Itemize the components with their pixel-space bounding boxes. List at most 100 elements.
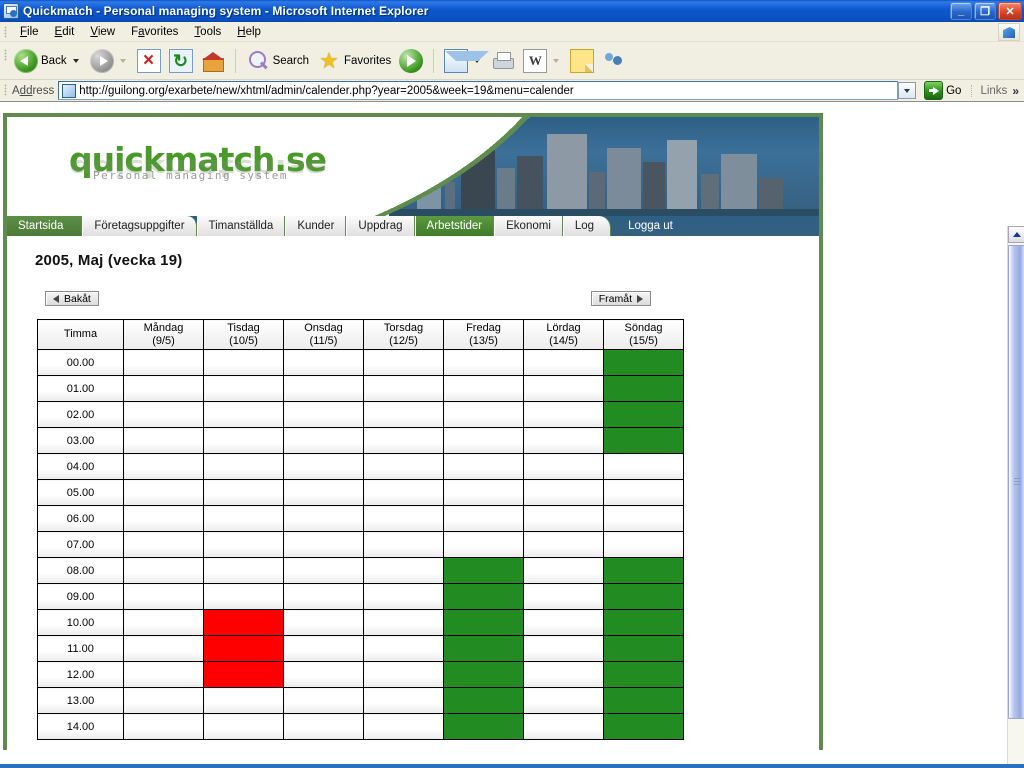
schedule-cell-lordag[interactable]: [523, 375, 604, 402]
schedule-cell-lordag[interactable]: [523, 635, 604, 662]
schedule-cell-lordag[interactable]: [523, 557, 604, 584]
schedule-cell-mandag[interactable]: [123, 557, 204, 584]
schedule-cell-mandag[interactable]: [123, 713, 204, 740]
menu-item-view[interactable]: View: [82, 24, 123, 40]
schedule-cell-sondag[interactable]: [603, 427, 684, 454]
schedule-cell-mandag[interactable]: [123, 661, 204, 688]
scroll-up-button[interactable]: [1008, 226, 1024, 243]
vertical-scrollbar[interactable]: [1007, 226, 1024, 768]
sidebar-item-startsida[interactable]: Startsida: [7, 216, 83, 236]
schedule-cell-onsdag[interactable]: [283, 453, 364, 480]
schedule-cell-sondag[interactable]: [603, 479, 684, 506]
schedule-cell-tisdag[interactable]: [203, 479, 284, 506]
schedule-cell-sondag[interactable]: [603, 453, 684, 480]
schedule-cell-fredag[interactable]: [443, 661, 524, 688]
schedule-cell-tisdag[interactable]: [203, 661, 284, 688]
schedule-cell-fredag[interactable]: [443, 375, 524, 402]
schedule-cell-mandag[interactable]: [123, 427, 204, 454]
schedule-cell-tisdag[interactable]: [203, 453, 284, 480]
schedule-cell-lordag[interactable]: [523, 583, 604, 610]
tab-timanstallda[interactable]: Timanställda: [196, 216, 286, 236]
schedule-cell-sondag[interactable]: [603, 661, 684, 688]
schedule-cell-fredag[interactable]: [443, 531, 524, 558]
schedule-cell-lordag[interactable]: [523, 427, 604, 454]
schedule-cell-tisdag[interactable]: [203, 713, 284, 740]
scrollbar-thumb[interactable]: [1008, 245, 1024, 719]
schedule-cell-tisdag[interactable]: [203, 505, 284, 532]
schedule-cell-sondag[interactable]: [603, 401, 684, 428]
schedule-cell-mandag[interactable]: [123, 583, 204, 610]
schedule-cell-sondag[interactable]: [603, 375, 684, 402]
schedule-cell-fredag[interactable]: [443, 557, 524, 584]
schedule-cell-sondag[interactable]: [603, 583, 684, 610]
schedule-cell-torsdag[interactable]: [363, 635, 444, 662]
go-button[interactable]: Go: [918, 81, 967, 100]
schedule-cell-sondag[interactable]: [603, 349, 684, 376]
schedule-cell-mandag[interactable]: [123, 635, 204, 662]
favorites-button[interactable]: Favorites: [313, 47, 395, 75]
schedule-cell-sondag[interactable]: [603, 713, 684, 740]
schedule-cell-mandag[interactable]: [123, 375, 204, 402]
schedule-cell-lordag[interactable]: [523, 661, 604, 688]
search-button[interactable]: Search: [242, 47, 313, 75]
forward-dropdown-chevron-icon[interactable]: [119, 58, 126, 63]
schedule-cell-lordag[interactable]: [523, 687, 604, 714]
schedule-cell-fredag[interactable]: [443, 453, 524, 480]
menu-grip-handle[interactable]: [4, 26, 7, 38]
schedule-cell-sondag[interactable]: [603, 557, 684, 584]
schedule-cell-onsdag[interactable]: [283, 713, 364, 740]
schedule-cell-onsdag[interactable]: [283, 635, 364, 662]
home-button[interactable]: [197, 47, 229, 75]
back-dropdown-chevron-icon[interactable]: [72, 58, 79, 63]
schedule-cell-onsdag[interactable]: [283, 427, 364, 454]
schedule-cell-lordag[interactable]: [523, 453, 604, 480]
tab-arbetstider[interactable]: Arbetstider: [414, 216, 495, 236]
schedule-cell-tisdag[interactable]: [203, 583, 284, 610]
schedule-cell-tisdag[interactable]: [203, 609, 284, 636]
schedule-cell-onsdag[interactable]: [283, 505, 364, 532]
schedule-cell-tisdag[interactable]: [203, 687, 284, 714]
links-bar-label[interactable]: Links: [971, 84, 1007, 97]
schedule-cell-sondag[interactable]: [603, 505, 684, 532]
schedule-cell-lordag[interactable]: [523, 713, 604, 740]
schedule-cell-mandag[interactable]: [123, 609, 204, 636]
schedule-cell-onsdag[interactable]: [283, 583, 364, 610]
schedule-cell-onsdag[interactable]: [283, 479, 364, 506]
schedule-cell-mandag[interactable]: [123, 349, 204, 376]
previous-week-button[interactable]: Bakåt: [45, 291, 99, 306]
tab-uppdrag[interactable]: Uppdrag: [346, 216, 415, 236]
schedule-cell-mandag[interactable]: [123, 687, 204, 714]
tab-ekonomi[interactable]: Ekonomi: [494, 216, 563, 236]
schedule-cell-tisdag[interactable]: [203, 557, 284, 584]
schedule-cell-mandag[interactable]: [123, 531, 204, 558]
schedule-cell-tisdag[interactable]: [203, 349, 284, 376]
schedule-cell-onsdag[interactable]: [283, 687, 364, 714]
schedule-cell-torsdag[interactable]: [363, 531, 444, 558]
close-button[interactable]: ✕: [998, 2, 1022, 20]
schedule-cell-sondag[interactable]: [603, 635, 684, 662]
schedule-cell-mandag[interactable]: [123, 505, 204, 532]
schedule-cell-torsdag[interactable]: [363, 609, 444, 636]
schedule-cell-tisdag[interactable]: [203, 531, 284, 558]
menu-item-favorites[interactable]: Favorites: [123, 24, 186, 40]
next-week-button[interactable]: Framåt: [590, 291, 651, 306]
schedule-cell-onsdag[interactable]: [283, 531, 364, 558]
schedule-cell-fredag[interactable]: [443, 687, 524, 714]
restore-button[interactable]: ❐: [974, 2, 996, 20]
schedule-cell-torsdag[interactable]: [363, 427, 444, 454]
address-dropdown-button[interactable]: [898, 82, 917, 99]
toolbar-grip-handle[interactable]: [4, 49, 7, 61]
schedule-cell-sondag[interactable]: [603, 531, 684, 558]
mail-button[interactable]: [440, 47, 490, 75]
schedule-cell-fredag[interactable]: [443, 505, 524, 532]
schedule-cell-mandag[interactable]: [123, 453, 204, 480]
schedule-cell-onsdag[interactable]: [283, 609, 364, 636]
schedule-cell-tisdag[interactable]: [203, 427, 284, 454]
schedule-cell-onsdag[interactable]: [283, 401, 364, 428]
schedule-cell-fredag[interactable]: [443, 427, 524, 454]
schedule-cell-mandag[interactable]: [123, 479, 204, 506]
schedule-cell-lordag[interactable]: [523, 401, 604, 428]
notes-button[interactable]: [566, 47, 598, 75]
schedule-cell-fredag[interactable]: [443, 635, 524, 662]
menu-item-tools[interactable]: Tools: [186, 24, 229, 40]
